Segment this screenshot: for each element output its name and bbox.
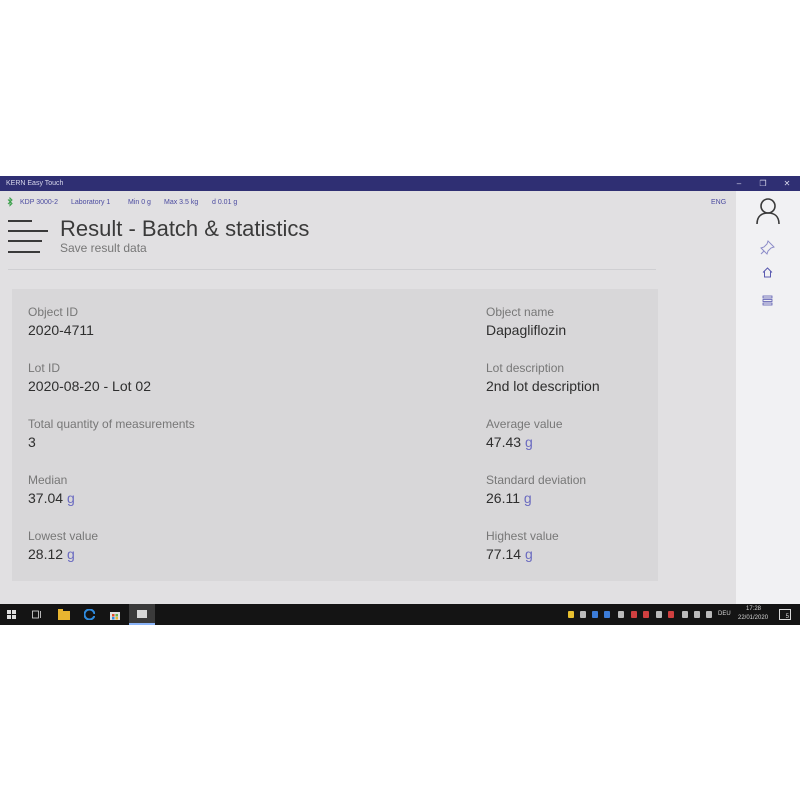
- result-field: Average value 47.43 g: [486, 417, 563, 450]
- field-label: Average value: [486, 417, 563, 431]
- result-field: Standard deviation 26.11 g: [486, 473, 586, 506]
- readability: d 0.01 g: [212, 199, 238, 206]
- header-divider: [8, 269, 656, 270]
- unit-label: g: [66, 546, 75, 562]
- result-field: Object ID 2020-4711: [28, 305, 94, 338]
- device-status-bar: KDP 3000-2 Laboratory 1 Min 0 g Max 3.5 …: [0, 195, 736, 209]
- clock-time[interactable]: 17:28: [746, 606, 761, 612]
- clock-date[interactable]: 22/01/2020: [738, 615, 768, 621]
- maximize-button[interactable]: ❐: [752, 177, 774, 190]
- field-label: Standard deviation: [486, 473, 587, 487]
- user-icon[interactable]: [755, 197, 781, 225]
- field-label: Total quantity of measurements: [28, 417, 195, 431]
- result-field: Lot ID 2020-08-20 - Lot 02: [28, 361, 151, 394]
- field-value: 26.11 g: [486, 490, 532, 506]
- unit-label: g: [66, 490, 75, 506]
- unit-label: g: [524, 434, 533, 450]
- field-label: Highest value: [486, 529, 559, 543]
- page-title: Result - Batch & statistics: [60, 216, 310, 241]
- field-value: 77.14 g: [486, 546, 533, 562]
- close-button[interactable]: ✕: [776, 177, 798, 190]
- device-name: KDP 3000-2: [20, 199, 59, 206]
- app-window-icon: [137, 610, 147, 618]
- field-label: Object ID: [28, 305, 79, 319]
- language-button[interactable]: ENG: [711, 199, 726, 206]
- field-value: 2020-4711: [28, 322, 94, 338]
- minimize-button[interactable]: –: [728, 177, 750, 190]
- store-icon[interactable]: [109, 609, 121, 620]
- page-subtitle: Save result data: [60, 241, 147, 255]
- field-value: 28.12 g: [28, 546, 75, 562]
- result-field: Highest value 77.14 g: [486, 529, 559, 562]
- result-field: Lot description 2nd lot description: [486, 361, 600, 394]
- active-app-button[interactable]: [129, 604, 155, 625]
- field-value: Dapagliflozin: [486, 322, 567, 338]
- start-icon[interactable]: [7, 610, 16, 619]
- field-value: 3: [28, 434, 36, 450]
- pin-icon[interactable]: [760, 240, 775, 255]
- tray-app-icon[interactable]: [668, 611, 674, 618]
- result-field: Total quantity of measurements 3: [28, 417, 195, 450]
- field-label: Object name: [486, 305, 555, 319]
- result-field: Median 37.04 g: [28, 473, 75, 506]
- edge-icon[interactable]: [84, 609, 95, 620]
- windows-taskbar: DEU 17:28 22/01/2020 5: [0, 604, 800, 625]
- tray-shield-icon[interactable]: [568, 611, 574, 618]
- app-window: KERN Easy Touch – ❐ ✕ KDP 3000-2 Laborat…: [0, 176, 800, 625]
- notification-count: 5: [785, 614, 789, 620]
- notification-icon[interactable]: 5: [779, 609, 791, 620]
- location-label: Laboratory 1: [71, 199, 111, 206]
- field-value: 47.43 g: [486, 434, 533, 450]
- tray-app-icon[interactable]: [631, 611, 637, 618]
- tray-app-icon[interactable]: [604, 611, 610, 618]
- field-label: Lot ID: [28, 361, 61, 375]
- menu-icon[interactable]: [8, 217, 48, 255]
- tray-app-icon[interactable]: [618, 611, 624, 618]
- tray-app-icon[interactable]: [682, 611, 688, 618]
- task-view-icon[interactable]: [32, 610, 42, 619]
- tray-app-icon[interactable]: [656, 611, 662, 618]
- right-sidebar: [736, 191, 800, 604]
- window-title: KERN Easy Touch: [6, 180, 64, 187]
- unit-label: g: [524, 546, 533, 562]
- bluetooth-icon: [7, 197, 13, 207]
- field-label: Median: [28, 473, 68, 487]
- volume-icon[interactable]: [706, 611, 712, 618]
- result-field: Lowest value 28.12 g: [28, 529, 98, 562]
- result-field: Object name Dapagliflozin: [486, 305, 566, 338]
- network-icon[interactable]: [694, 611, 700, 618]
- unit-label: g: [523, 490, 532, 506]
- tray-app-icon[interactable]: [592, 611, 598, 618]
- title-bar: KERN Easy Touch – ❐ ✕: [0, 176, 800, 191]
- min-capacity: Min 0 g: [128, 199, 151, 206]
- field-label: Lot description: [486, 361, 565, 375]
- file-explorer-icon[interactable]: [58, 609, 70, 620]
- field-value: 2nd lot description: [486, 378, 600, 394]
- grid-icon[interactable]: [762, 295, 773, 306]
- tray-app-icon[interactable]: [580, 611, 586, 618]
- max-capacity: Max 3.5 kg: [164, 199, 199, 206]
- field-label: Lowest value: [28, 529, 99, 543]
- input-language[interactable]: DEU: [718, 611, 731, 617]
- home-icon[interactable]: [762, 267, 773, 278]
- result-card: Object ID 2020-4711 Lot ID 2020-08-20 - …: [12, 289, 658, 581]
- tray-app-icon[interactable]: [643, 611, 649, 618]
- field-value: 2020-08-20 - Lot 02: [28, 378, 151, 394]
- field-value: 37.04 g: [28, 490, 75, 506]
